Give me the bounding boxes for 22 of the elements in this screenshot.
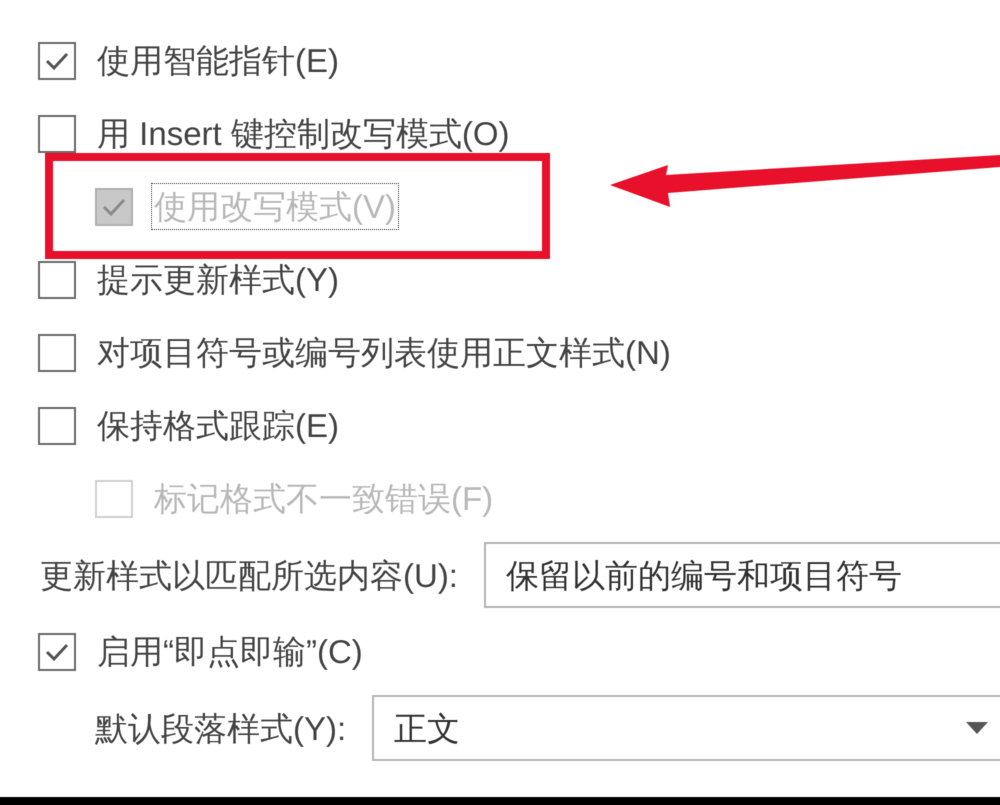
dropdown-label: 更新样式以匹配所选内容(U): (40, 558, 458, 592)
option-label: 启用“即点即输”(C) (96, 632, 364, 672)
dropdown-label: 默认段落样式(Y): (95, 712, 346, 744)
option-label: 使用智能指针(E) (96, 41, 340, 81)
checkbox[interactable] (38, 114, 76, 152)
checkbox[interactable] (38, 260, 76, 298)
option-label: 提示更新样式(Y) (96, 260, 340, 300)
checkmark-icon (102, 196, 126, 216)
option-label: 用 Insert 键控制改写模式(O) (96, 114, 511, 154)
checkmark-icon (45, 642, 69, 662)
checkmark-icon (45, 50, 69, 70)
option-label: 对项目符号或编号列表使用正文样式(N) (96, 333, 672, 373)
checkbox[interactable] (38, 334, 76, 372)
checkbox[interactable] (38, 42, 76, 80)
option-label: 保持格式跟踪(E) (96, 406, 340, 446)
caret-icon[interactable] (966, 722, 988, 734)
option-label: 标记格式不一致错误(F) (153, 479, 494, 519)
dropdown[interactable]: 保留以前的编号和项目符号 (484, 542, 1000, 608)
checkbox[interactable] (38, 632, 76, 670)
option-label: 使用改写模式(V) (151, 183, 399, 230)
checkbox[interactable] (38, 406, 76, 444)
dropdown[interactable]: 正文 (372, 695, 1000, 761)
